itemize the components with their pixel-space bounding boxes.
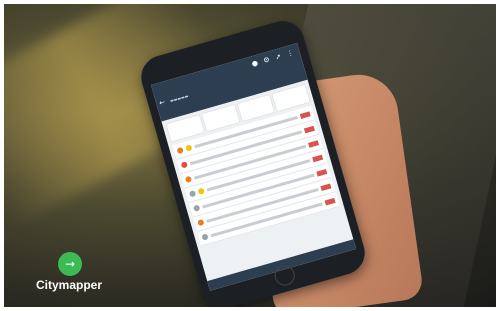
- brand-name: Citymapper: [36, 278, 103, 292]
- more-icon: ⋮: [285, 48, 295, 59]
- citymapper-logo: → Citymapper: [36, 252, 116, 296]
- walk-icon: ●: [250, 58, 259, 69]
- share-icon: ➚: [274, 52, 283, 62]
- photo-background: ← ● ⚙ ➚ ⋮ ▬▬▬▬▬ → Citymapper: [4, 4, 496, 307]
- route-text-placeholder: ▬▬▬▬▬: [169, 93, 189, 104]
- back-arrow-icon: ←: [158, 97, 167, 108]
- header-icons: ● ⚙ ➚ ⋮: [251, 49, 295, 69]
- arrow-right-icon: →: [58, 252, 82, 276]
- gear-icon: ⚙: [262, 55, 271, 65]
